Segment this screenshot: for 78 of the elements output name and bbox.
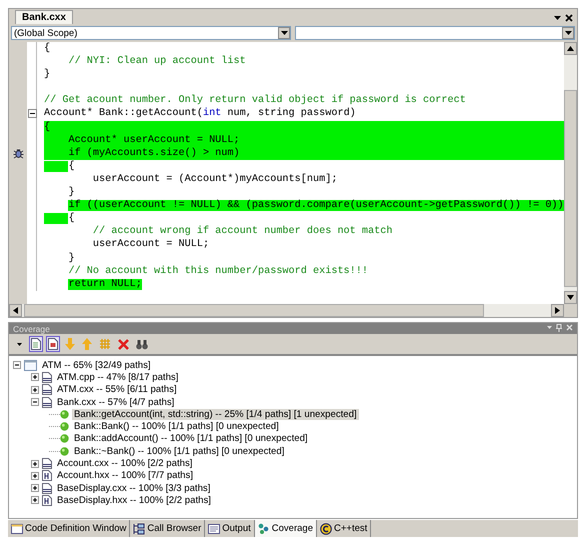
code-line: } — [44, 68, 52, 82]
output-window-icon — [208, 522, 220, 534]
project-icon — [24, 360, 37, 371]
header-file-icon — [42, 470, 52, 482]
code-line: } — [67, 186, 76, 200]
panel-title: Coverage — [13, 324, 50, 334]
source-file-icon — [42, 482, 52, 494]
tree-item[interactable]: ATM.cxx -- 55% [6/11 paths] — [55, 384, 179, 396]
dropdown-arrow-icon[interactable] — [554, 16, 561, 20]
tree-item[interactable]: Bank::Bank() -- 100% [1/1 paths] [0 unexpected] — [72, 421, 281, 432]
tree-item[interactable]: Account.cxx -- 100% [2/2 paths] — [55, 458, 194, 470]
document-icon — [31, 338, 41, 350]
down-arrow-icon — [65, 338, 75, 350]
tree-item[interactable]: Bank::~Bank() -- 100% [1/1 paths] [0 unexpected] — [72, 446, 286, 457]
status-dot-icon — [60, 446, 69, 456]
close-icon[interactable] — [565, 14, 573, 22]
document-icon — [48, 338, 58, 350]
delete-icon — [118, 338, 129, 350]
header-file-icon — [42, 494, 52, 506]
vertical-scrollbar[interactable] — [564, 42, 577, 304]
collapse-icon[interactable] — [31, 398, 39, 406]
code-line: { — [44, 42, 52, 56]
tree-item[interactable]: BaseDisplay.hxx -- 100% [2/2 paths] — [55, 494, 213, 506]
expand-icon[interactable] — [31, 373, 39, 382]
code-line: Account* Bank::getAccount(int num, string password) — [44, 107, 357, 121]
expand-icon[interactable] — [31, 386, 39, 394]
expand-icon[interactable] — [31, 460, 39, 468]
definition-window-icon — [11, 522, 23, 534]
code-comment: // NYI: Clean up account list — [67, 55, 247, 68]
source-file-icon — [42, 396, 52, 408]
code-comment: // No account with this number/password exists!!! — [67, 264, 370, 278]
call-browser-icon — [133, 522, 146, 534]
status-dot-icon — [60, 434, 69, 444]
coverage-icon — [258, 522, 270, 534]
toolbar-button[interactable] — [29, 336, 43, 352]
tree-item[interactable]: BaseDisplay.cxx -- 100% [3/3 paths] — [55, 482, 212, 494]
expand-icon[interactable] — [31, 496, 39, 504]
code-line: userAccount = NULL; — [92, 238, 210, 252]
source-file-icon — [42, 384, 52, 396]
status-dot-icon — [60, 422, 69, 432]
grid-icon — [99, 338, 111, 350]
code-line: { — [44, 160, 564, 173]
panel-tab[interactable]: Output — [205, 520, 255, 537]
status-dot-icon — [60, 410, 69, 419]
dropdown-arrow-icon — [280, 30, 288, 36]
pin-icon[interactable] — [556, 324, 562, 332]
tree-item[interactable]: ATM.cpp -- 47% [8/17 paths] — [55, 372, 180, 383]
panel-tab[interactable]: Code Definition Window — [8, 520, 130, 537]
code-comment: // Get acount number. Only return valid object if password is correct — [44, 94, 467, 108]
tree-item[interactable]: Bank::getAccount(int, std::string) -- 25% [1/4 paths] [1 unexpected] — [72, 408, 359, 420]
panel-tab[interactable]: Coverage — [254, 520, 317, 537]
scope-dropdown[interactable]: (Global Scope) — [11, 26, 291, 40]
tree-item[interactable]: Account.hxx -- 100% [7/7 paths] — [55, 470, 195, 482]
dropdown-arrow-icon — [564, 30, 572, 36]
up-arrow-icon — [82, 338, 92, 350]
scroll-down-icon — [567, 295, 574, 300]
file-tab[interactable]: Bank.cxx — [15, 10, 73, 24]
tree-item[interactable]: ATM -- 65% [32/49 paths] — [40, 360, 153, 371]
code-line: userAccount = (Account*)myAccounts[num]; — [92, 172, 338, 186]
source-file-icon — [42, 372, 52, 383]
source-file-icon — [42, 458, 52, 470]
scroll-up-icon — [567, 46, 574, 51]
tree-item[interactable]: Bank::addAccount() -- 100% [1/1 paths] [0 unexpected] — [72, 433, 310, 444]
test-logo-icon — [320, 522, 332, 534]
dropdown-arrow-icon — [16, 342, 22, 346]
scroll-right-icon — [555, 307, 560, 314]
scroll-left-icon — [13, 307, 18, 314]
collapse-icon[interactable] — [28, 109, 37, 118]
toolbar-button[interactable] — [46, 336, 60, 352]
expand-icon[interactable] — [31, 472, 39, 480]
horizontal-scrollbar[interactable] — [9, 304, 564, 317]
collapse-icon[interactable] — [13, 361, 21, 370]
tree-item[interactable]: Bank.cxx -- 57% [4/7 paths] — [55, 396, 176, 408]
code-line: { — [44, 212, 564, 226]
expand-icon[interactable] — [31, 484, 39, 492]
code-comment: // account wrong if account number does not match — [92, 225, 394, 238]
code-line: } — [67, 252, 76, 265]
binoculars-icon — [136, 338, 148, 350]
